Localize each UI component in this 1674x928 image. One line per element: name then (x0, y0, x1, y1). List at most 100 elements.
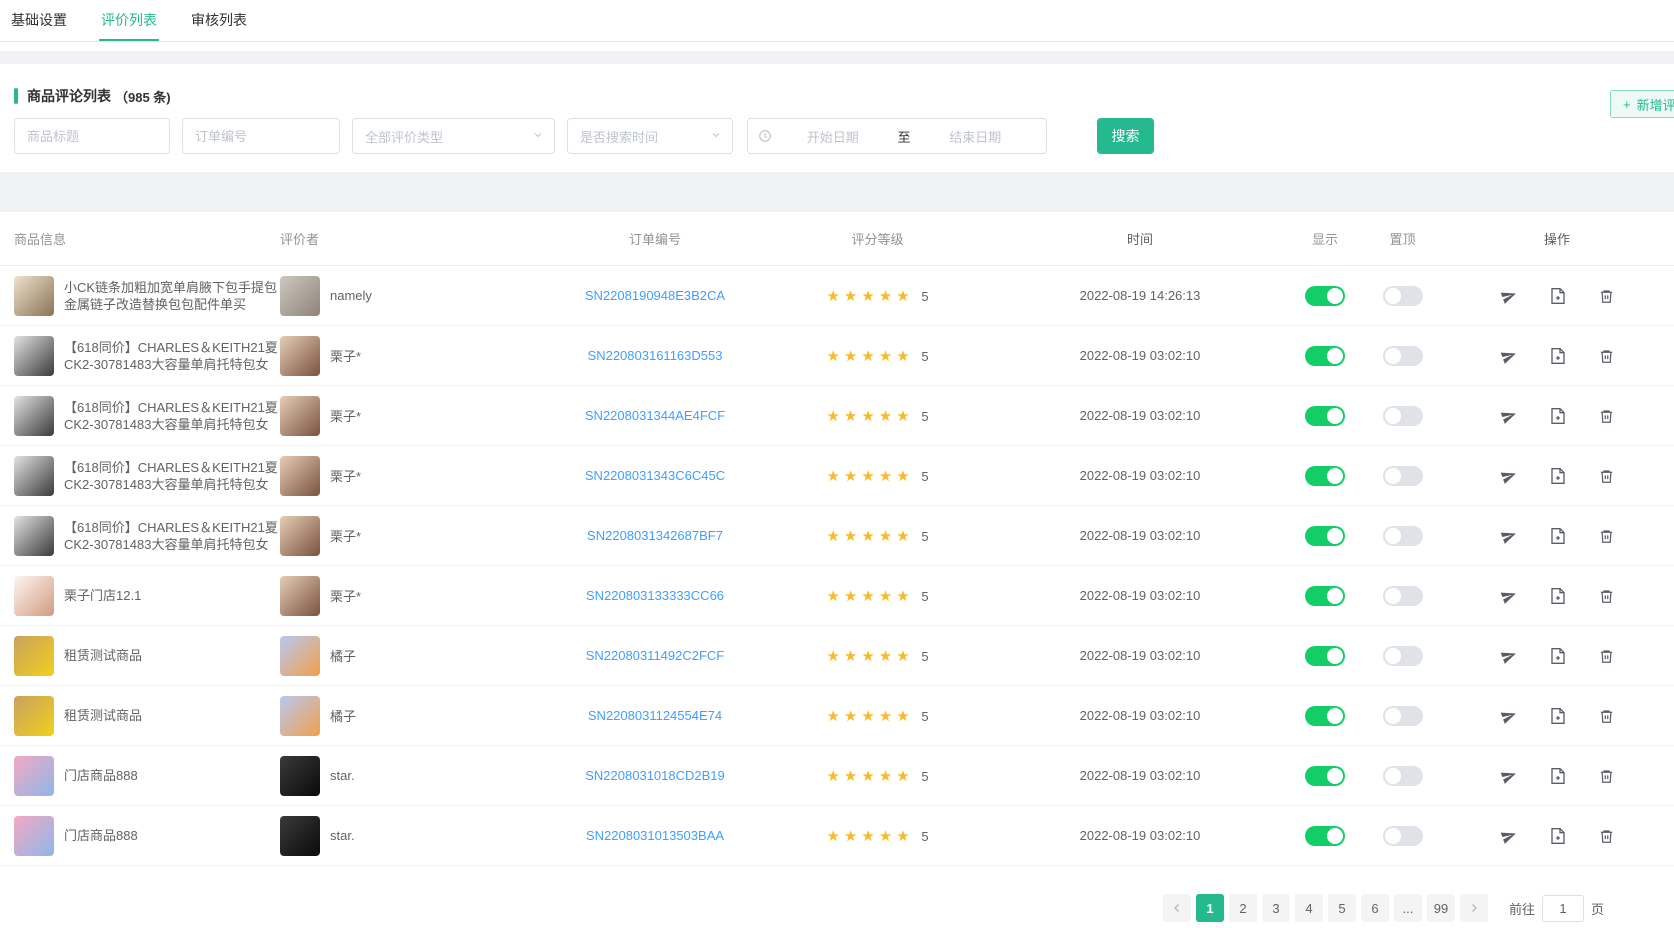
file-add-icon[interactable] (1551, 348, 1565, 364)
file-add-icon[interactable] (1551, 588, 1565, 604)
delete-icon[interactable] (1599, 708, 1614, 724)
page-button-1[interactable]: 1 (1196, 894, 1224, 922)
send-icon[interactable] (1501, 348, 1517, 364)
display-toggle[interactable] (1305, 526, 1345, 546)
title-accent-bar (14, 88, 18, 104)
toggle-knob (1327, 528, 1343, 544)
send-icon[interactable] (1501, 408, 1517, 424)
reviewer-name: 栗子* (330, 406, 361, 425)
file-add-icon[interactable] (1551, 408, 1565, 424)
display-toggle[interactable] (1305, 706, 1345, 726)
order-number-link[interactable]: SN2208031344AE4FCF (585, 408, 725, 423)
pin-top-toggle[interactable] (1383, 706, 1423, 726)
display-toggle[interactable] (1305, 826, 1345, 846)
file-add-icon[interactable] (1551, 468, 1565, 484)
pin-top-toggle[interactable] (1383, 586, 1423, 606)
pin-top-toggle[interactable] (1383, 346, 1423, 366)
page-button-4[interactable]: 4 (1295, 894, 1323, 922)
rating-value: 5 (921, 289, 928, 304)
file-add-icon[interactable] (1551, 288, 1565, 304)
pin-top-toggle[interactable] (1383, 466, 1423, 486)
delete-icon[interactable] (1599, 648, 1614, 664)
next-page-button[interactable] (1460, 894, 1488, 922)
pin-top-toggle[interactable] (1383, 526, 1423, 546)
send-icon[interactable] (1501, 768, 1517, 784)
display-toggle[interactable] (1305, 646, 1345, 666)
review-type-select[interactable]: 全部评价类型 (352, 118, 555, 154)
order-number-link[interactable]: SN2208190948E3B2CA (585, 288, 725, 303)
product-title-input[interactable] (14, 118, 170, 154)
goto-page-input[interactable] (1542, 895, 1584, 922)
page-buttons: 123456...99 (1196, 894, 1455, 922)
page-button-3[interactable]: 3 (1262, 894, 1290, 922)
send-icon[interactable] (1501, 528, 1517, 544)
product-thumbnail (14, 336, 54, 376)
send-icon[interactable] (1501, 648, 1517, 664)
tab-audit-list[interactable]: 审核列表 (189, 0, 249, 41)
delete-icon[interactable] (1599, 528, 1614, 544)
order-number-input[interactable] (182, 118, 340, 154)
delete-icon[interactable] (1599, 288, 1614, 304)
page-ellipsis-button[interactable]: ... (1394, 894, 1422, 922)
send-icon[interactable] (1501, 288, 1517, 304)
delete-icon[interactable] (1599, 408, 1614, 424)
page-button-2[interactable]: 2 (1229, 894, 1257, 922)
reviewer-avatar (280, 276, 320, 316)
tab-review-list[interactable]: 评价列表 (99, 0, 159, 41)
order-number-link[interactable]: SN2208031018CD2B19 (585, 768, 725, 783)
send-icon[interactable] (1501, 588, 1517, 604)
product-name: 租赁测试商品 (64, 707, 280, 724)
display-toggle[interactable] (1305, 586, 1345, 606)
order-number-link[interactable]: SN220803161163D553 (588, 348, 723, 363)
page-button-6[interactable]: 6 (1361, 894, 1389, 922)
delete-icon[interactable] (1599, 468, 1614, 484)
reviewer-avatar (280, 696, 320, 736)
order-number-link[interactable]: SN2208031342687BF7 (587, 528, 723, 543)
date-range-picker[interactable]: 开始日期 至 结束日期 (747, 118, 1047, 154)
date-range-separator: 至 (894, 127, 915, 146)
pin-top-toggle[interactable] (1383, 646, 1423, 666)
display-toggle[interactable] (1305, 766, 1345, 786)
table-row: 【618同价】CHARLES＆KEITH21夏CK2-30781483大容量单肩… (0, 386, 1674, 446)
display-toggle[interactable] (1305, 466, 1345, 486)
order-number-link[interactable]: SN22080311492C2FCF (586, 648, 725, 663)
pin-top-toggle[interactable] (1383, 766, 1423, 786)
display-toggle[interactable] (1305, 406, 1345, 426)
table-row: 【618同价】CHARLES＆KEITH21夏CK2-30781483大容量单肩… (0, 326, 1674, 386)
file-add-icon[interactable] (1551, 828, 1565, 844)
order-number-link[interactable]: SN220803133333CC66 (586, 588, 724, 603)
search-button[interactable]: 搜索 (1097, 118, 1154, 154)
page-button-99[interactable]: 99 (1427, 894, 1455, 922)
file-add-icon[interactable] (1551, 648, 1565, 664)
rating-value: 5 (921, 649, 928, 664)
time-search-select[interactable]: 是否搜索时间 (567, 118, 733, 154)
delete-icon[interactable] (1599, 348, 1614, 364)
send-icon[interactable] (1501, 468, 1517, 484)
pin-top-toggle[interactable] (1383, 406, 1423, 426)
delete-icon[interactable] (1599, 588, 1614, 604)
order-number-link[interactable]: SN2208031124554E74 (588, 708, 722, 723)
pin-top-toggle[interactable] (1383, 286, 1423, 306)
display-toggle[interactable] (1305, 346, 1345, 366)
end-date-input[interactable]: 结束日期 (915, 127, 1037, 146)
send-icon[interactable] (1501, 828, 1517, 844)
start-date-input[interactable]: 开始日期 (772, 127, 894, 146)
pin-top-toggle[interactable] (1383, 826, 1423, 846)
add-comment-button[interactable]: + 新增评论 (1610, 90, 1674, 118)
file-add-icon[interactable] (1551, 768, 1565, 784)
star-rating-icons: ★★★★★ (826, 648, 913, 665)
delete-icon[interactable] (1599, 828, 1614, 844)
file-add-icon[interactable] (1551, 528, 1565, 544)
page-button-5[interactable]: 5 (1328, 894, 1356, 922)
table-row: 小CK链条加粗加宽单肩腋下包手提包金属链子改造替换包包配件单买 namely S… (0, 266, 1674, 326)
delete-icon[interactable] (1599, 768, 1614, 784)
tab-basic-settings[interactable]: 基础设置 (9, 0, 69, 41)
send-icon[interactable] (1501, 708, 1517, 724)
order-number-link[interactable]: SN2208031013503BAA (586, 828, 724, 843)
display-toggle[interactable] (1305, 286, 1345, 306)
clock-icon (758, 129, 772, 143)
file-add-icon[interactable] (1551, 708, 1565, 724)
prev-page-button[interactable] (1163, 894, 1191, 922)
order-number-link[interactable]: SN2208031343C6C45C (585, 468, 725, 483)
toggle-knob (1385, 528, 1401, 544)
